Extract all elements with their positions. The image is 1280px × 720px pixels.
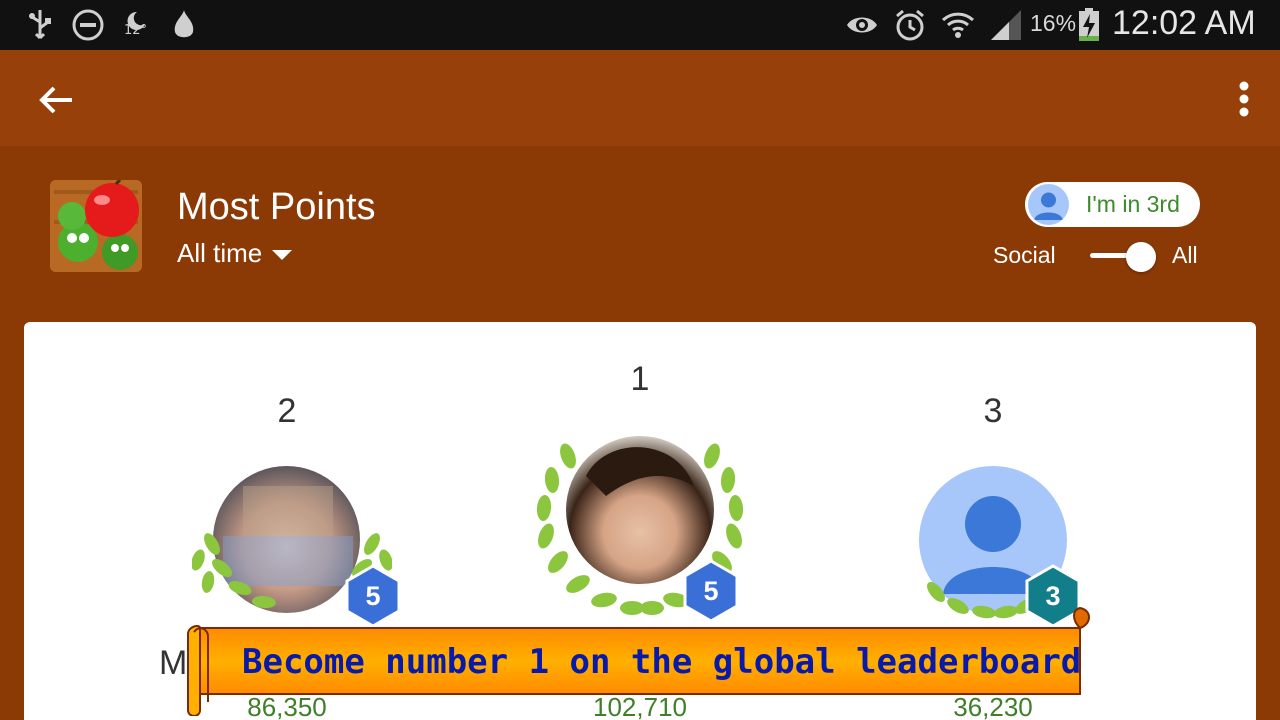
back-button[interactable] [28,78,84,122]
more-vert-icon [1239,81,1249,117]
signal-icon [988,8,1024,42]
default-avatar-icon [1028,184,1069,225]
game-icon [50,180,142,272]
rank-number-2: 2 [277,392,297,430]
leaderboard-header: Most Points All time I'm in 3rd Social A… [0,146,1280,322]
eye-icon [844,8,880,42]
garlic-icon [170,8,198,42]
arrow-back-icon [39,86,72,114]
alarm-icon [892,8,928,42]
my-rank-label: I'm in 3rd [1086,191,1180,217]
time-filter-label: All time [177,238,263,268]
leaderboard-title: Most Points [177,186,376,228]
clock-text: 12:02 AM [1112,4,1256,42]
promo-banner-text: Become number 1 on the global leaderboar… [242,642,1082,682]
level-number: 5 [703,575,719,606]
toggle-thumb [1126,242,1156,272]
toggle-social-label: Social [993,242,1056,268]
social-all-toggle[interactable] [1090,242,1158,272]
temperature-text: 12° [124,23,148,38]
time-filter-dropdown[interactable]: All time [177,238,293,269]
do-not-disturb-icon [70,8,106,42]
battery-charging-icon [1076,8,1102,42]
player-name-partial: M [159,644,188,682]
overflow-menu-button[interactable] [1224,74,1264,124]
my-rank-chip[interactable]: I'm in 3rd [1025,182,1200,227]
app-bar [0,50,1280,146]
wifi-icon [940,8,976,42]
rank-number-1: 1 [630,360,650,398]
toggle-all-label: All [1172,242,1198,268]
status-bar: 12° 16% 12:02 AM [0,0,1280,50]
dropdown-arrow-icon [272,249,293,260]
usb-icon [26,8,54,42]
battery-percent-text: 16% [1030,10,1077,36]
rank-number-3: 3 [983,392,1003,430]
player-rank-1[interactable]: 5 [532,432,748,632]
